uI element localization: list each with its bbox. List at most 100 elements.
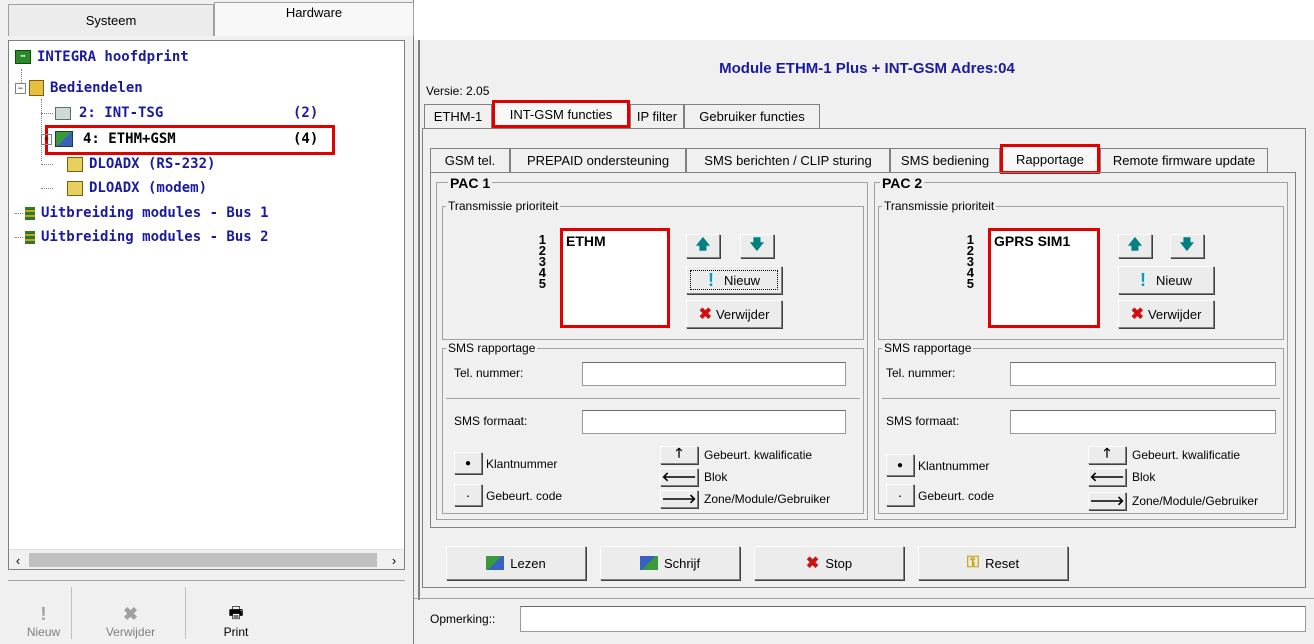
print-button[interactable]: 🖶 Print [196, 587, 276, 639]
tab-gsm-tel[interactable]: GSM tel. [430, 148, 510, 172]
pac1-zone-button[interactable]: 🡒 [660, 490, 698, 508]
computer-icon [67, 180, 83, 196]
pac2-delete-button[interactable]: ✖ Verwijder [1118, 300, 1214, 328]
tab-sms-berichten-label: SMS berichten / CLIP sturing [704, 153, 872, 168]
pac1-klantnummer-label: Klantnummer [486, 457, 558, 471]
expand-icon[interactable]: + [41, 133, 52, 145]
pac1-code-button[interactable]: · [454, 484, 482, 506]
keypad-group-icon [29, 80, 44, 96]
tab-ethm-1[interactable]: ETHM-1 [424, 104, 492, 128]
pac1-kwalificatie-button[interactable]: 🡑 [660, 445, 698, 464]
pac2-up-button[interactable]: 🡅 [1118, 234, 1152, 258]
tab-int-gsm-functies[interactable]: INT-GSM functies [492, 100, 630, 128]
pac2-new-label: Nieuw [1155, 272, 1193, 288]
stop-button-label: Stop [825, 555, 853, 571]
tree-label: Uitbreiding modules - Bus 2 [41, 229, 269, 245]
reset-button[interactable]: ⚿ Reset [918, 546, 1068, 580]
tree-item-bus2[interactable]: Uitbreiding modules - Bus 2 [15, 227, 269, 247]
tree-label: INTEGRA hoofdprint [37, 49, 189, 65]
pac1-delete-button[interactable]: ✖ Verwijder [686, 300, 782, 328]
tab-sms-bediening-label: SMS bediening [900, 153, 990, 168]
tab-rapportage[interactable]: Rapportage [1000, 144, 1100, 174]
pac2-title: PAC 2 [880, 175, 925, 191]
read-button-label: Lezen [510, 555, 546, 571]
tree-item-ethm-gsm-content[interactable]: + 4: ETHM+GSM (4) [41, 129, 341, 149]
pac1-priority-list[interactable]: ETHM [560, 228, 670, 328]
pac2-klantnummer-button[interactable]: ● [886, 454, 914, 476]
tree-item-bediendelen[interactable]: − Bediendelen [15, 78, 143, 98]
pac2-priority-list[interactable]: GPRS SIM1 [988, 228, 1100, 328]
tab-prepaid[interactable]: PREPAID ondersteuning [510, 148, 686, 172]
pac1-sms-title: SMS rapportage [446, 341, 538, 355]
tree-label: 2: INT-TSG [79, 105, 164, 121]
pac1-klantnummer-button[interactable]: ● [454, 452, 482, 474]
tab-systeem-label: Systeem [85, 13, 137, 28]
pac2-down-button[interactable]: 🡇 [1170, 234, 1204, 258]
expander-icon [25, 230, 35, 244]
tab-gebruiker-functies[interactable]: Gebruiker functies [684, 104, 820, 128]
tab-remote-firmware[interactable]: Remote firmware update [1100, 148, 1268, 172]
pac2-code-label: Gebeurt. code [918, 489, 995, 503]
tree-item-integra[interactable]: ▪▪ INTEGRA hoofdprint [15, 47, 189, 67]
tab-ip-filter-label: IP filter [636, 109, 678, 124]
collapse-icon[interactable]: − [15, 82, 26, 94]
pac1-title: PAC 1 [448, 175, 493, 191]
tree-label: DLOADX (RS-232) [89, 156, 216, 172]
read-button[interactable]: Lezen [446, 546, 586, 580]
print-button-label: Print [223, 625, 249, 639]
tree-label: Bediendelen [50, 80, 143, 96]
pac2-zone-button[interactable]: 🡒 [1088, 492, 1126, 510]
tree-count: (2) [293, 105, 319, 121]
pac2-format-input[interactable] [1010, 410, 1276, 434]
hardware-tree[interactable]: ▪▪ INTEGRA hoofdprint − Bediendelen 2: I… [8, 40, 405, 570]
pac2-priority-numbers: 1 2 3 4 5 [958, 233, 974, 290]
pac2-klantnummer-label: Klantnummer [918, 459, 990, 473]
write-button[interactable]: Schrijf [600, 546, 740, 580]
remark-input[interactable] [520, 606, 1306, 632]
board-icon: ▪▪ [15, 50, 31, 64]
exclamation-icon: ! [40, 604, 47, 624]
pac1-new-button[interactable]: ! Nieuw [686, 266, 782, 294]
pac1-tel-input[interactable] [582, 362, 846, 386]
stop-button[interactable]: ✖ Stop [754, 546, 904, 580]
tab-hardware[interactable]: Hardware [214, 2, 414, 36]
scroll-thumb[interactable] [29, 553, 377, 567]
tab-sms-berichten[interactable]: SMS berichten / CLIP sturing [686, 148, 890, 172]
reset-button-label: Reset [985, 555, 1020, 571]
priority-entry[interactable]: GPRS SIM1 [994, 234, 1100, 248]
pac2-kwalificatie-label: Gebeurt. kwalificatie [1132, 448, 1241, 462]
new-button[interactable]: ! Nieuw [16, 587, 72, 639]
pac2-code-button[interactable]: · [886, 484, 914, 506]
delete-button[interactable]: ✖ Verwijder [76, 587, 186, 639]
tree-item-dloadx-modem[interactable]: DLOADX (modem) [41, 178, 207, 198]
remark-label: Opmerking:: [430, 612, 496, 626]
exclamation-icon: ! [1139, 269, 1146, 290]
tree-item-int-tsg[interactable]: 2: INT-TSG (2) [41, 103, 341, 123]
pac2-blok-button[interactable]: 🡐 [1088, 468, 1126, 486]
scroll-right-icon[interactable]: › [385, 550, 403, 569]
tree-horizontal-scrollbar[interactable]: ‹ › [9, 549, 404, 569]
priority-entry[interactable]: ETHM [566, 234, 670, 248]
tab-sms-bediening[interactable]: SMS bediening [890, 148, 1000, 172]
pac1-new-label: Nieuw [723, 272, 761, 288]
tree-item-dloadx-rs232[interactable]: DLOADX (RS-232) [41, 154, 215, 174]
pac1-down-button[interactable]: 🡇 [740, 234, 774, 258]
pac1-blok-button[interactable]: 🡐 [660, 468, 698, 486]
tab-systeem[interactable]: Systeem [8, 4, 214, 36]
pac2-kwalificatie-button[interactable]: 🡑 [1088, 445, 1126, 464]
pac1-up-button[interactable]: 🡅 [686, 234, 720, 258]
pac1-priority-numbers: 1 2 3 4 5 [530, 233, 546, 290]
write-module-icon [639, 556, 658, 570]
pac1-delete-label: Verwijder [715, 306, 770, 322]
read-module-icon [486, 556, 505, 570]
pac2-sms-title: SMS rapportage [882, 341, 974, 355]
new-button-label: Nieuw [26, 625, 61, 639]
pac2-tel-input[interactable] [1010, 362, 1276, 386]
pac2-new-button[interactable]: ! Nieuw [1118, 266, 1214, 294]
scroll-left-icon[interactable]: ‹ [9, 550, 27, 569]
pac1-format-input[interactable] [582, 410, 846, 434]
arrow-down-icon: 🡇 [749, 236, 765, 252]
arrow-up-icon: 🡅 [695, 236, 711, 252]
tab-ip-filter[interactable]: IP filter [630, 104, 684, 128]
tree-item-bus1[interactable]: Uitbreiding modules - Bus 1 [15, 203, 269, 223]
